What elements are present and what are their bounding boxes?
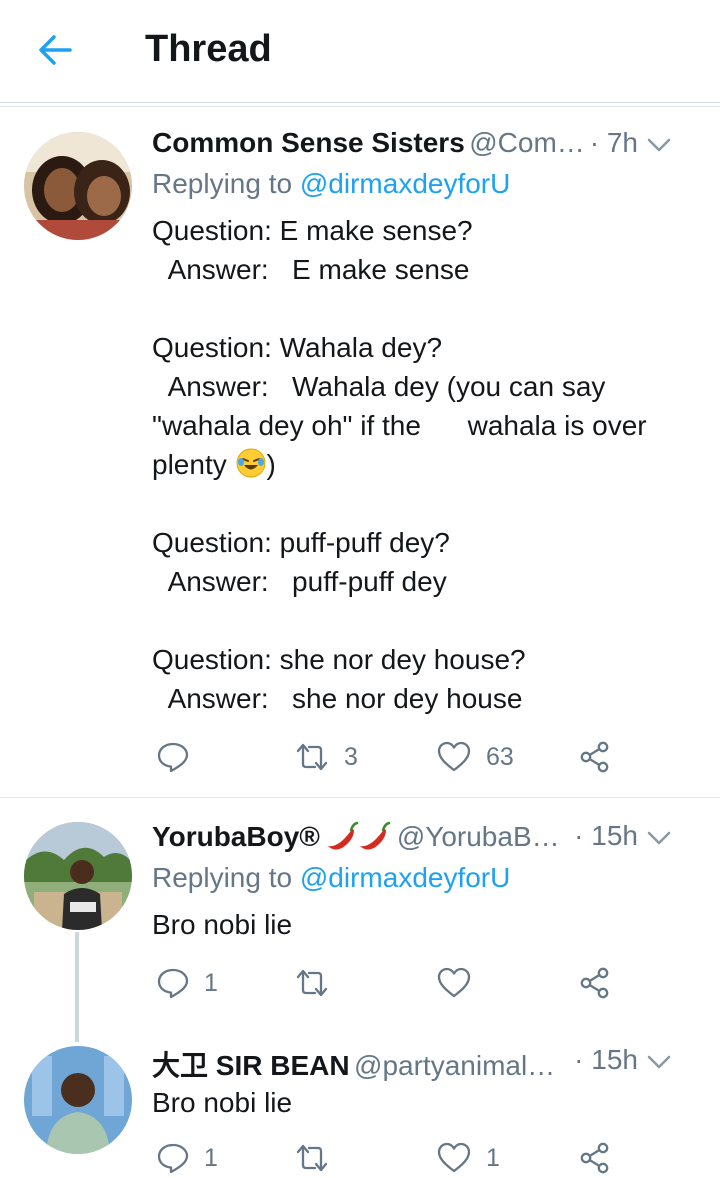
like-button[interactable]: 1: [436, 1138, 500, 1178]
reply-button[interactable]: 1: [156, 1138, 218, 1178]
heart-icon: [437, 1142, 471, 1173]
timestamp[interactable]: · 15h: [574, 1044, 638, 1076]
display-name[interactable]: 大卫 SIR BEAN: [152, 1050, 350, 1081]
retweet-icon: [296, 1144, 328, 1172]
tweet-header: 大卫 SIR BEAN @partyanimal… · 15h: [152, 1044, 700, 1084]
chevron-down-icon[interactable]: [646, 1052, 672, 1072]
tweet-text: Bro nobi lie: [152, 1087, 293, 1118]
reply-icon: [157, 1143, 189, 1174]
tweet-sir-bean[interactable]: 大卫 SIR BEAN @partyanimal… · 15h Bro nobi…: [0, 0, 720, 1174]
reply-count: 1: [204, 1143, 218, 1172]
avatar[interactable]: [24, 1046, 132, 1154]
user-handle[interactable]: @partyanimal…: [354, 1050, 555, 1081]
like-count: 1: [486, 1143, 500, 1172]
retweet-button[interactable]: [294, 1138, 344, 1178]
share-button[interactable]: [578, 1138, 612, 1178]
share-icon: [580, 1142, 609, 1174]
tweet-actions: 1 1: [152, 1138, 632, 1178]
